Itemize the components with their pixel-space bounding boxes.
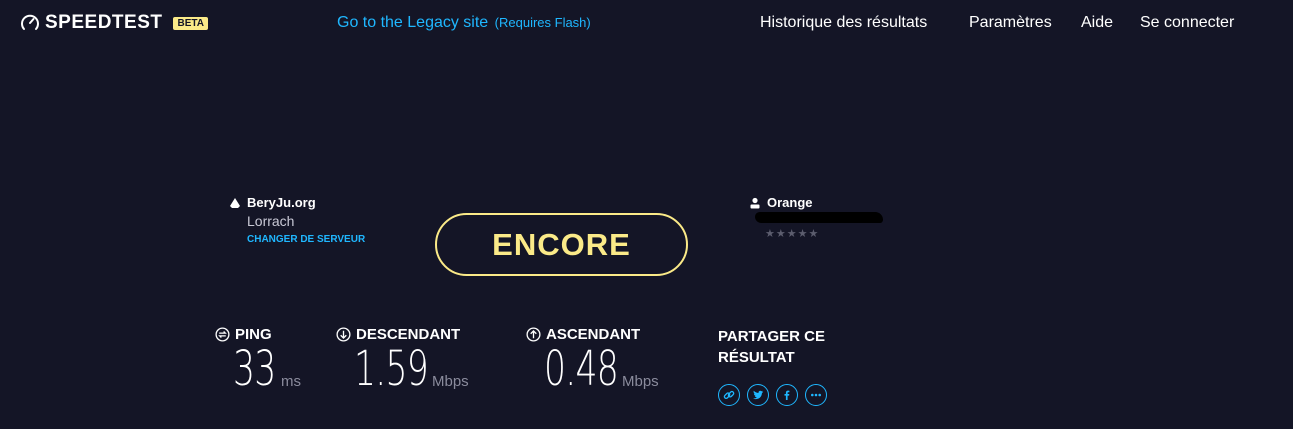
- nav-login[interactable]: Se connecter: [1140, 14, 1234, 32]
- download-arrow-icon: [336, 327, 351, 342]
- share-facebook-button[interactable]: [776, 384, 798, 406]
- legacy-link-text: Go to the Legacy site: [337, 14, 489, 31]
- ping-value: 33: [233, 341, 276, 397]
- change-server-link[interactable]: CHANGER DE SERVEUR: [247, 234, 365, 245]
- download-value-row: 1.59 Mbps: [354, 341, 469, 397]
- server-name: BeryJu.org: [247, 195, 316, 210]
- upload-unit: Mbps: [622, 373, 659, 390]
- nav-results-history[interactable]: Historique des résultats: [760, 14, 927, 32]
- speedtest-logo[interactable]: SPEEDTEST BETA: [20, 12, 208, 34]
- beta-badge: BETA: [173, 16, 208, 30]
- isp-rating-stars[interactable]: ★★★★★: [765, 227, 883, 240]
- user-icon: [750, 197, 760, 208]
- download-unit: Mbps: [432, 373, 469, 390]
- isp-name: Orange: [767, 195, 813, 210]
- server-icon: [230, 197, 240, 208]
- link-icon: [723, 390, 735, 400]
- more-icon: [811, 393, 821, 397]
- header: SPEEDTEST BETA Go to the Legacy site (Re…: [0, 0, 1293, 48]
- ping-icon: [215, 327, 230, 342]
- ping-result: PING 33 ms: [215, 326, 301, 397]
- upload-result: ASCENDANT 0.48 Mbps: [526, 326, 659, 397]
- share-icons: [718, 384, 858, 406]
- upload-value-row: 0.48 Mbps: [544, 341, 659, 397]
- share-link-button[interactable]: [718, 384, 740, 406]
- redacted-ip: [755, 212, 883, 223]
- share-more-button[interactable]: [805, 384, 827, 406]
- isp-name-row: Orange: [749, 195, 883, 210]
- share-title: PARTAGER CE RÉSULTAT: [718, 328, 825, 366]
- legacy-site-link[interactable]: Go to the Legacy site (Requires Flash): [337, 14, 591, 32]
- twitter-icon: [753, 390, 764, 400]
- isp-info: Orange ★★★★★: [749, 195, 883, 240]
- download-result: DESCENDANT 1.59 Mbps: [336, 326, 469, 397]
- legacy-link-note: (Requires Flash): [494, 15, 591, 30]
- share-twitter-button[interactable]: [747, 384, 769, 406]
- share-section: PARTAGER CE RÉSULTAT: [718, 326, 858, 406]
- server-location: Lorrach: [247, 213, 295, 229]
- upload-arrow-icon: [526, 327, 541, 342]
- facebook-icon: [784, 390, 790, 400]
- gauge-icon: [21, 14, 39, 30]
- ping-value-row: 33 ms: [233, 341, 301, 397]
- logo-text: SPEEDTEST: [45, 12, 163, 33]
- nav-settings[interactable]: Paramètres: [969, 14, 1052, 32]
- server-name-row: BeryJu.org: [229, 195, 365, 210]
- ping-unit: ms: [281, 373, 301, 390]
- nav-help[interactable]: Aide: [1081, 14, 1113, 32]
- upload-value: 0.48: [544, 341, 619, 397]
- download-value: 1.59: [354, 341, 429, 397]
- start-test-button[interactable]: ENCORE: [435, 213, 688, 276]
- server-info: BeryJu.org Lorrach CHANGER DE SERVEUR: [229, 195, 365, 245]
